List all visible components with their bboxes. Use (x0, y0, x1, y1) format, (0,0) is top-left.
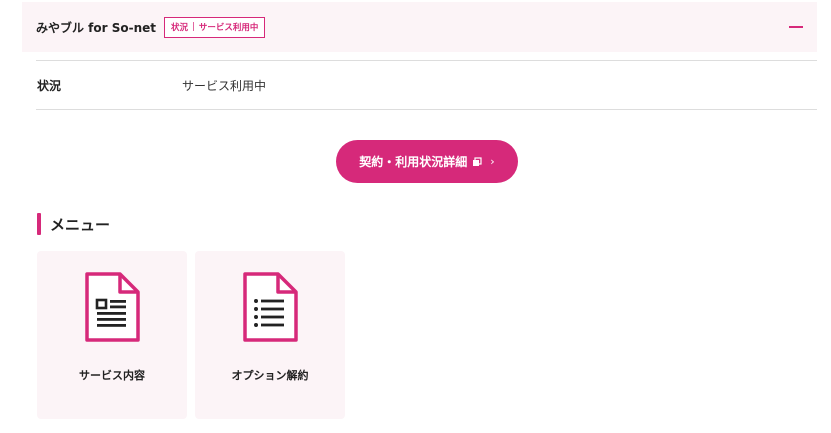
service-title: みやブル for So-net (36, 20, 157, 35)
status-row: 状況 サービス利用中 (36, 60, 817, 110)
document-list-icon (240, 270, 300, 344)
status-label: 状況 (37, 78, 62, 93)
service-panel-header[interactable]: みやブル for So-net 状況 | サービス利用中 (22, 2, 817, 52)
menu-card-option-cancel[interactable]: オプション解約 (195, 251, 345, 419)
menu-card-label: オプション解約 (231, 369, 309, 382)
status-badge: 状況 | サービス利用中 (164, 16, 266, 38)
menu-card-label: サービス内容 (79, 369, 145, 382)
status-badge-prefix: 状況 (171, 23, 189, 33)
menu-section-heading: メニュー (37, 212, 110, 236)
menu-heading-text: メニュー (50, 215, 111, 234)
status-badge-separator: | (192, 22, 195, 32)
contract-detail-button[interactable]: 契約・利用状況詳細 › (336, 140, 518, 183)
heading-accent-bar (37, 213, 41, 235)
status-badge-value: サービス利用中 (198, 23, 259, 33)
status-value: サービス利用中 (182, 78, 267, 93)
menu-card-service-details[interactable]: サービス内容 (37, 251, 187, 419)
collapse-minus-icon[interactable] (789, 26, 803, 28)
chevron-right-icon: › (490, 155, 495, 168)
document-form-icon (82, 270, 142, 344)
external-link-icon (472, 156, 482, 167)
contract-detail-button-label: 契約・利用状況詳細 (359, 155, 468, 169)
